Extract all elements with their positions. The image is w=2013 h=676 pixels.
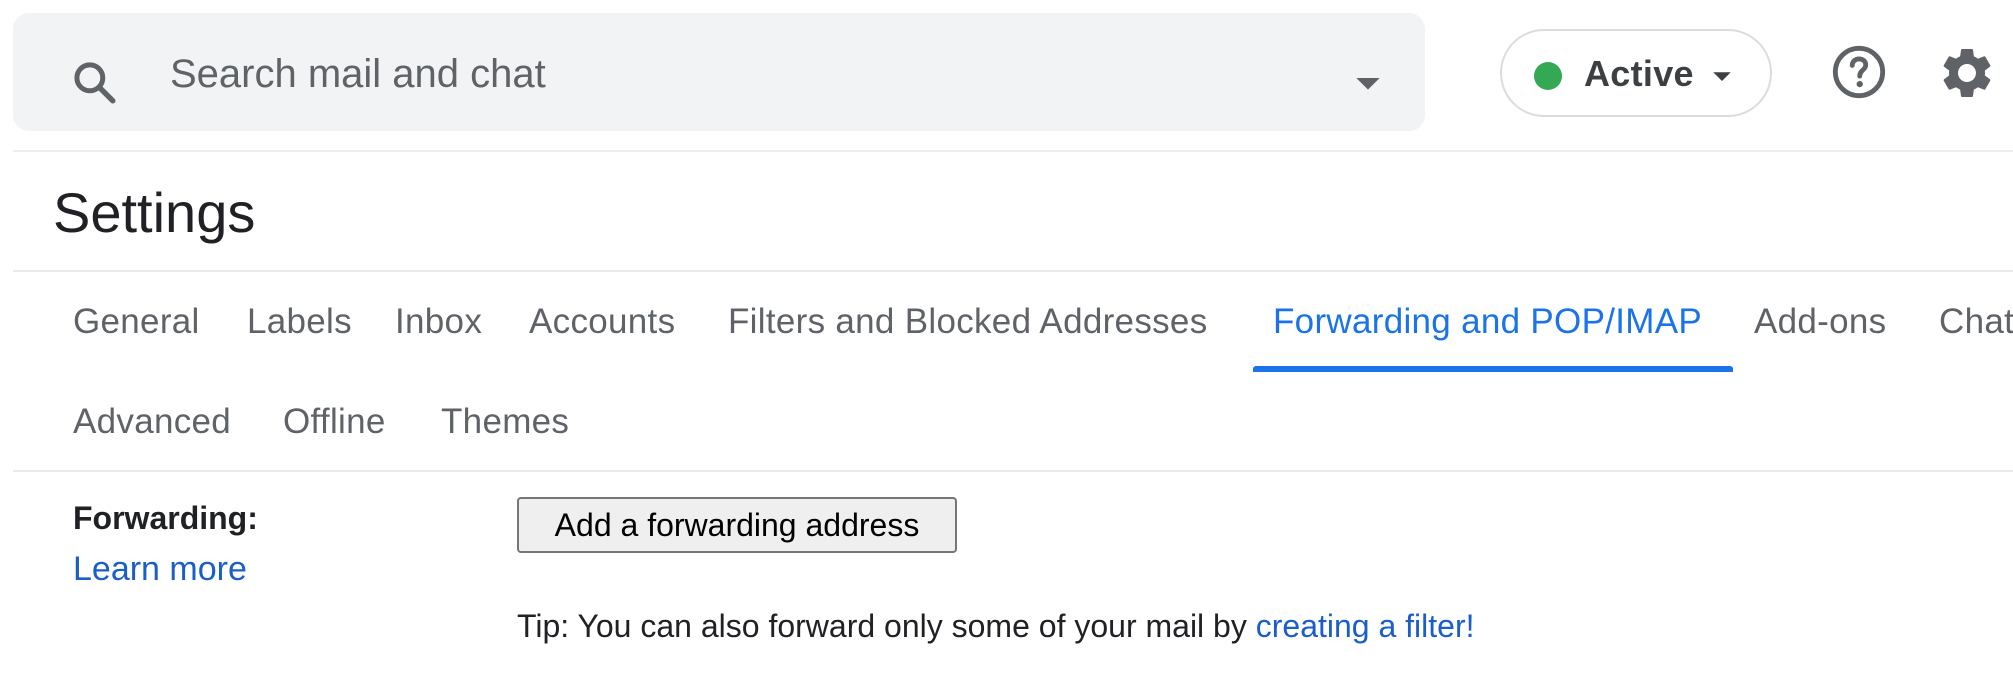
tab-general[interactable]: General [73,302,200,342]
tip-prefix: Tip: You can also forward only some of y… [517,608,1256,644]
tip-text: Tip: You can also forward only some of y… [517,608,1475,645]
tab-offline[interactable]: Offline [283,402,386,442]
divider [13,270,2013,272]
tab-accounts[interactable]: Accounts [529,302,675,342]
search-icon[interactable] [69,57,119,107]
help-icon[interactable] [1830,43,1888,101]
top-bar: Active [0,0,2013,150]
tab-inbox[interactable]: Inbox [395,302,482,342]
status-label: Active [1584,53,1694,94]
tab-forwarding-and-pop-imap[interactable]: Forwarding and POP/IMAP [1273,302,1702,342]
learn-more-link[interactable]: Learn more [73,550,247,589]
active-tab-indicator [1253,366,1733,372]
search-bar [13,13,1425,131]
caret-down-icon [1707,61,1737,91]
forwarding-label: Forwarding: [73,500,258,536]
tab-labels[interactable]: Labels [247,302,352,342]
divider [13,150,2013,152]
creating-a-filter-link[interactable]: creating a filter! [1256,608,1475,644]
status-dropdown[interactable]: Active [1500,29,1772,117]
tab-filters-and-blocked-addresses[interactable]: Filters and Blocked Addresses [728,302,1208,342]
gear-icon[interactable] [1937,43,1997,103]
chevron-down-icon[interactable] [1348,63,1388,103]
add-forwarding-address-button[interactable]: Add a forwarding address [517,497,957,553]
divider [13,470,2013,472]
tab-chat[interactable]: Chat [1939,302,2013,342]
search-input[interactable] [168,43,1272,105]
status-dot [1534,62,1562,90]
tab-advanced[interactable]: Advanced [73,402,231,442]
tab-add-ons[interactable]: Add-ons [1754,302,1886,342]
page-title: Settings [53,181,256,244]
tab-themes[interactable]: Themes [441,402,569,442]
